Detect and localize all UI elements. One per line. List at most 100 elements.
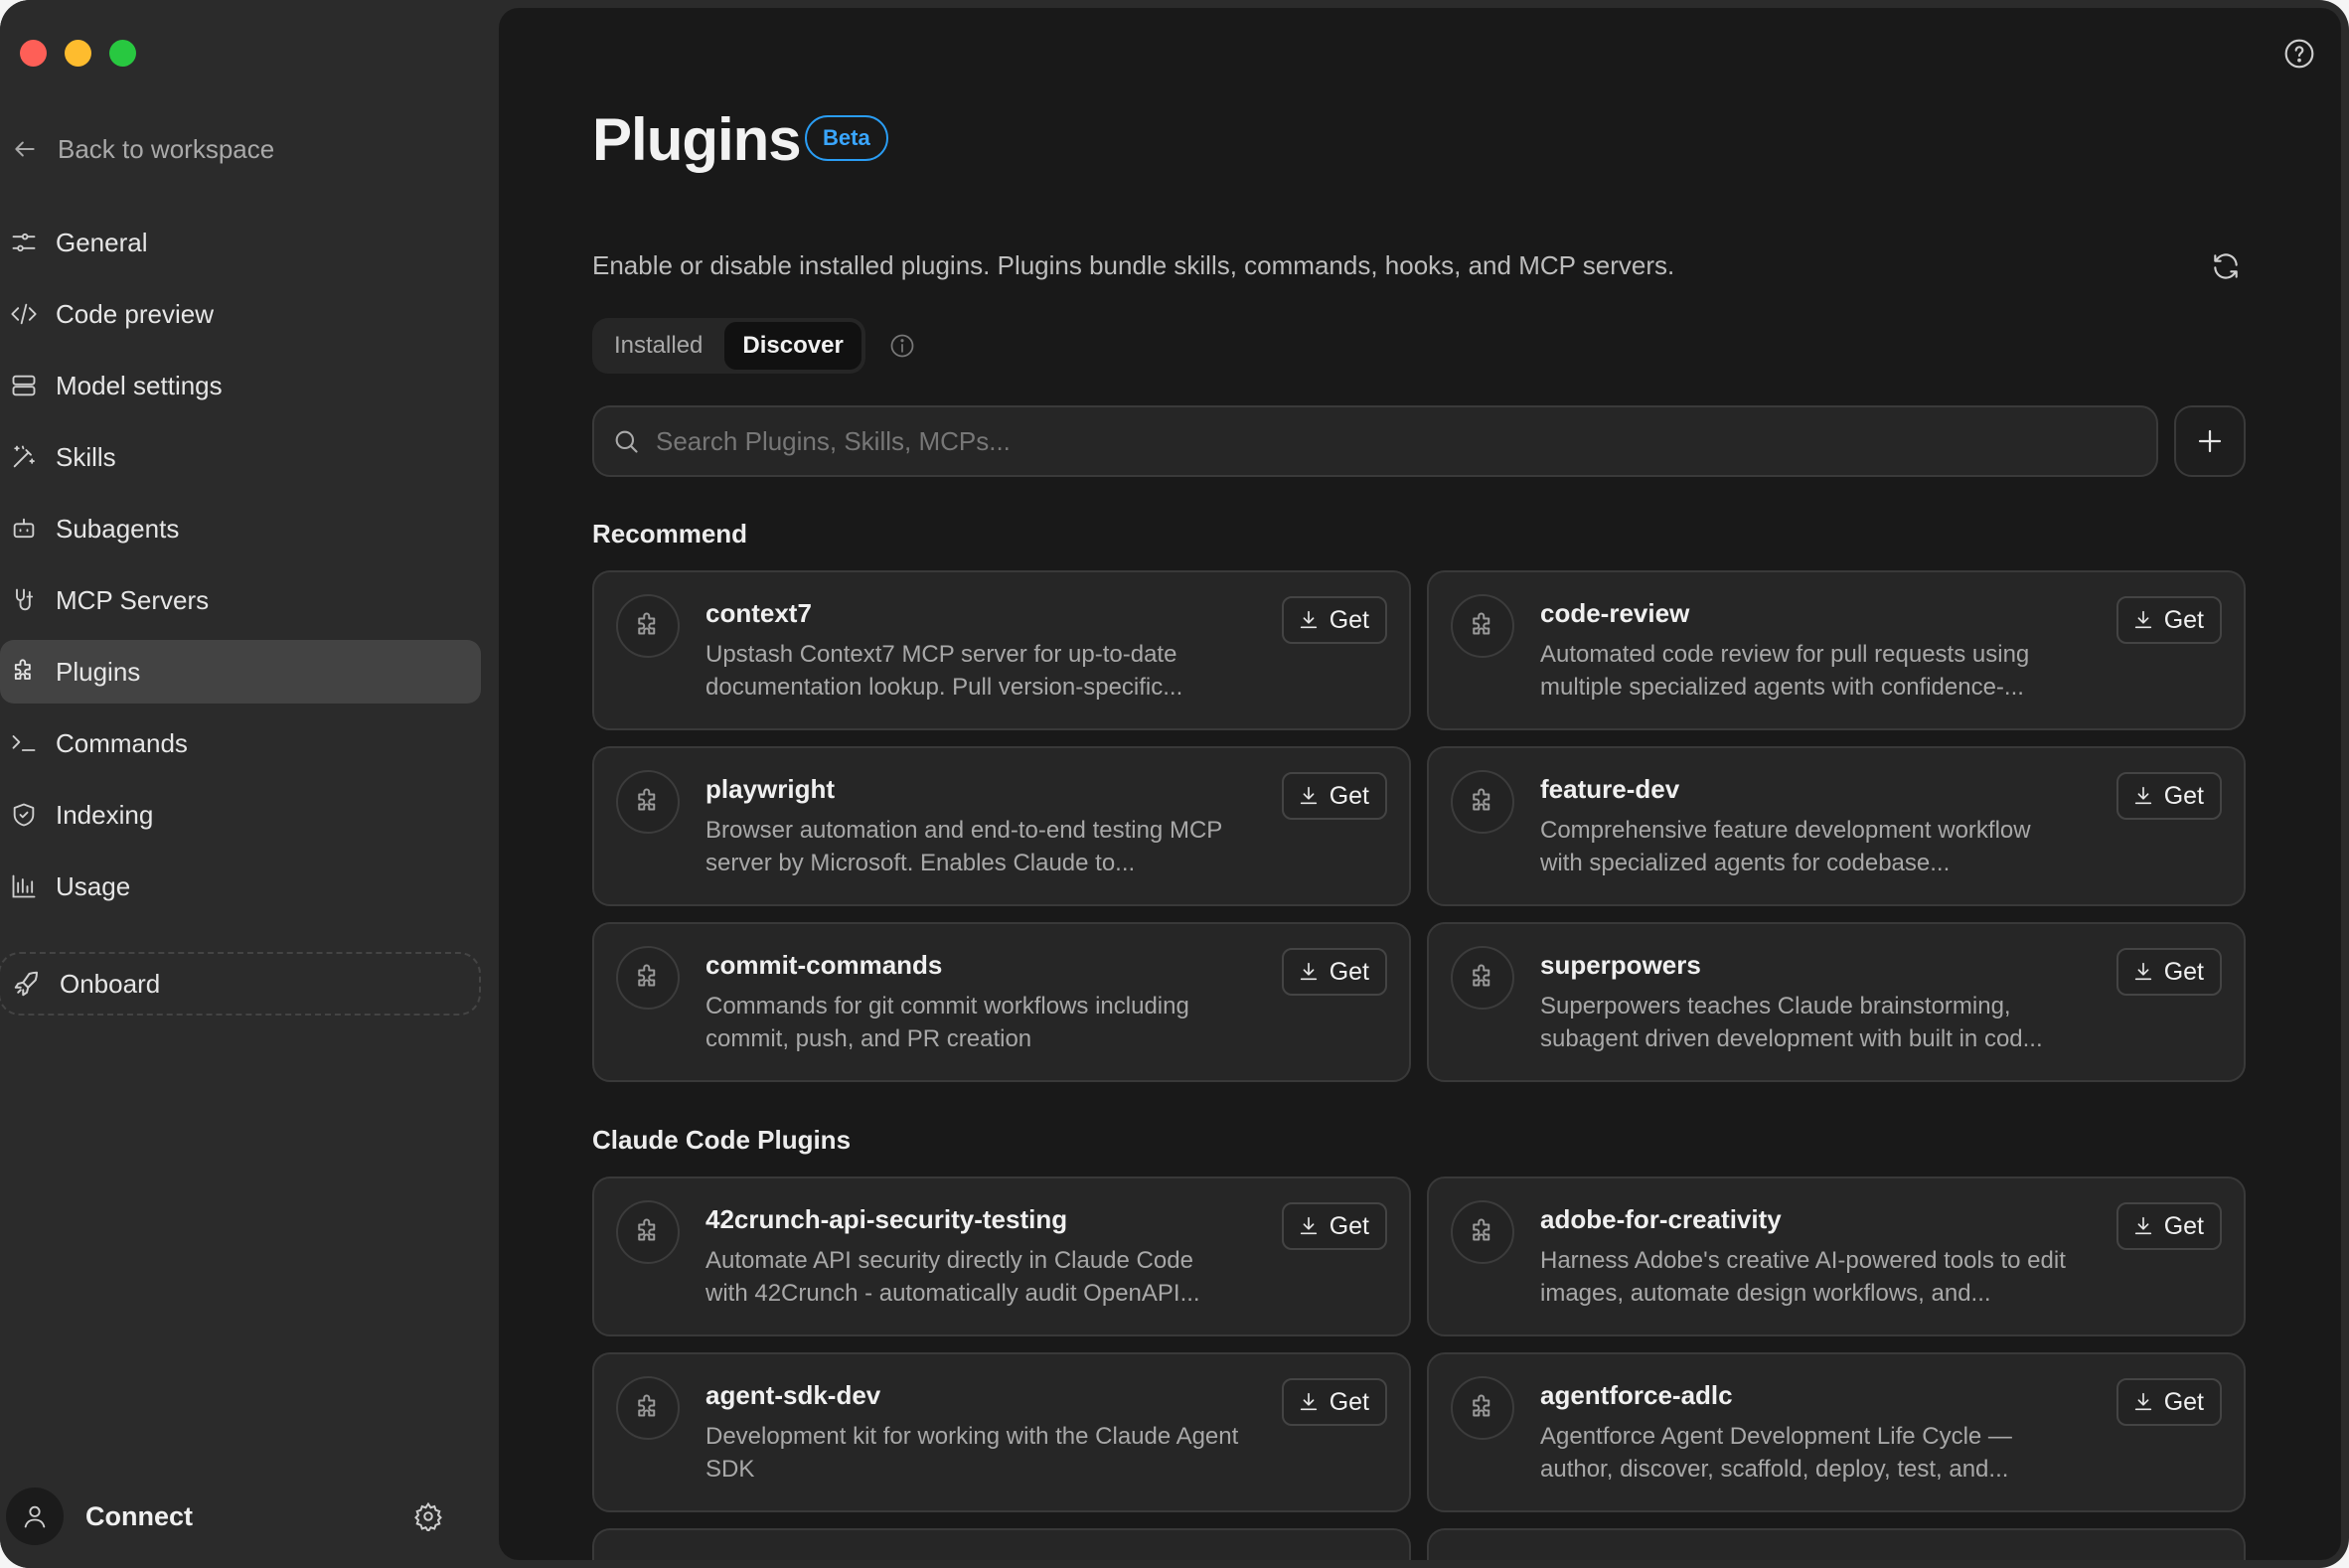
puzzle-icon (638, 1218, 656, 1241)
plugin-name: adobe-for-creativity (1540, 1204, 1782, 1234)
puzzle-icon (14, 659, 31, 680)
sidebar-item-label: Subagents (56, 513, 180, 544)
close-window-button[interactable] (20, 40, 47, 67)
puzzle-icon (1473, 1394, 1490, 1417)
recommend-grid: context7 Upstash Context7 MCP server for… (592, 570, 2246, 1082)
plugin-card-partial[interactable] (1427, 1528, 2246, 1560)
info-icon[interactable] (888, 332, 916, 360)
download-icon (1300, 1392, 1317, 1411)
search-bar (592, 405, 2158, 477)
plugin-icon-wrap (1451, 946, 1514, 1010)
plugin-icon-wrap (616, 1200, 680, 1264)
sidebar-nav: General Code preview Model settings Skil… (0, 211, 481, 926)
get-button[interactable]: Get (2115, 1202, 2222, 1250)
puzzle-icon (1473, 964, 1490, 987)
sidebar-item-plugins[interactable]: Plugins (0, 640, 481, 704)
plugin-card[interactable]: agentforce-adlc Agentforce Agent Develop… (1427, 1352, 2246, 1512)
plugin-description: Automate API security directly in Claude… (705, 1247, 1200, 1307)
get-button[interactable]: Get (1281, 1202, 1387, 1250)
get-label: Get (1329, 1387, 1369, 1416)
tab-installed[interactable]: Installed (596, 322, 720, 370)
plugin-card[interactable]: 42crunch-api-security-testing Automate A… (592, 1176, 1411, 1336)
sidebar-item-mcp-servers[interactable]: MCP Servers (0, 568, 481, 632)
plugin-card[interactable]: commit-commands Commands for git commit … (592, 922, 1411, 1082)
puzzle-icon (1473, 1218, 1490, 1241)
plugin-card[interactable]: feature-dev Comprehensive feature develo… (1427, 746, 2246, 906)
plugin-description: Commands for git commit workflows includ… (705, 993, 1189, 1052)
add-plugin-button[interactable] (2174, 405, 2246, 477)
onboard-button[interactable]: Onboard (0, 952, 481, 1016)
plugin-card[interactable]: code-review Automated code review for pu… (1427, 570, 2246, 730)
puzzle-icon (638, 612, 656, 635)
sidebar-item-label: Code preview (56, 298, 214, 329)
maximize-window-button[interactable] (109, 40, 136, 67)
terminal-icon (12, 735, 36, 751)
get-label: Get (2163, 1387, 2204, 1416)
sidebar-item-skills[interactable]: Skills (0, 425, 481, 489)
plugin-card[interactable]: adobe-for-creativity Harness Adobe's cre… (1427, 1176, 2246, 1336)
download-icon (2134, 1392, 2151, 1411)
section-title-recommend: Recommend (592, 519, 748, 549)
minimize-window-button[interactable] (65, 40, 91, 67)
plugin-icon-wrap (616, 946, 680, 1010)
get-label: Get (1329, 605, 1369, 634)
sliders-icon (12, 233, 36, 252)
sidebar-item-general[interactable]: General (0, 211, 481, 274)
sidebar-item-label: Skills (56, 441, 116, 472)
get-button[interactable]: Get (2115, 948, 2222, 996)
beta-badge: Beta (805, 115, 888, 161)
plugin-card-partial[interactable] (592, 1528, 1411, 1560)
get-button[interactable]: Get (1281, 1378, 1387, 1426)
plugin-name: agentforce-adlc (1540, 1380, 1733, 1410)
plugin-icon-wrap (1451, 1200, 1514, 1264)
get-label: Get (2163, 605, 2204, 634)
help-icon[interactable] (2283, 38, 2315, 70)
download-icon (1300, 962, 1317, 981)
plugin-card[interactable]: superpowers Superpowers teaches Claude b… (1427, 922, 2246, 1082)
plugin-card[interactable]: playwright Browser automation and end-to… (592, 746, 1411, 906)
back-to-workspace-link[interactable]: Back to workspace (12, 129, 274, 169)
sidebar-item-usage[interactable]: Usage (0, 855, 481, 918)
download-icon (2134, 1216, 2151, 1235)
get-button[interactable]: Get (1281, 596, 1387, 644)
plugin-description: Automated code review for pull requests … (1540, 641, 2030, 701)
sidebar-item-indexing[interactable]: Indexing (0, 783, 481, 847)
plugin-name: commit-commands (705, 950, 943, 980)
puzzle-icon (638, 788, 656, 811)
get-button[interactable]: Get (2115, 772, 2222, 820)
gear-icon[interactable] (413, 1501, 443, 1531)
refresh-icon[interactable] (2210, 250, 2242, 282)
get-label: Get (1329, 1211, 1369, 1240)
search-input[interactable] (656, 425, 2047, 457)
get-button[interactable]: Get (1281, 948, 1387, 996)
plugin-description: Development kit for working with the Cla… (705, 1423, 1239, 1483)
plugin-card[interactable]: context7 Upstash Context7 MCP server for… (592, 570, 1411, 730)
sidebar-item-commands[interactable]: Commands (0, 711, 481, 775)
sidebar-item-model-settings[interactable]: Model settings (0, 354, 481, 417)
back-label: Back to workspace (58, 133, 275, 164)
user-icon (24, 1505, 46, 1528)
sidebar-item-label: Plugins (56, 656, 141, 687)
plugin-name: 42crunch-api-security-testing (705, 1204, 1068, 1234)
tab-discover[interactable]: Discover (724, 322, 861, 370)
sidebar-item-label: General (56, 227, 148, 257)
search-icon (615, 430, 638, 453)
sidebar-item-label: Indexing (56, 799, 154, 830)
get-label: Get (1329, 781, 1369, 810)
sidebar-item-label: MCP Servers (56, 584, 210, 615)
sidebar-item-label: Commands (56, 727, 188, 758)
plugin-name: feature-dev (1540, 774, 1680, 804)
get-button[interactable]: Get (2115, 596, 2222, 644)
sidebar-item-subagents[interactable]: Subagents (0, 497, 481, 560)
avatar[interactable] (6, 1488, 64, 1545)
get-button[interactable]: Get (2115, 1378, 2222, 1426)
tab-bar: Installed Discover (592, 318, 865, 374)
get-label: Get (2163, 957, 2204, 986)
connect-button[interactable]: Connect (85, 1501, 193, 1532)
sidebar-item-code-preview[interactable]: Code preview (0, 282, 481, 346)
get-button[interactable]: Get (1281, 772, 1387, 820)
puzzle-icon (1473, 612, 1490, 635)
puzzle-icon (638, 1394, 656, 1417)
plugin-card[interactable]: agent-sdk-dev Development kit for workin… (592, 1352, 1411, 1512)
plugin-name: context7 (705, 598, 812, 628)
